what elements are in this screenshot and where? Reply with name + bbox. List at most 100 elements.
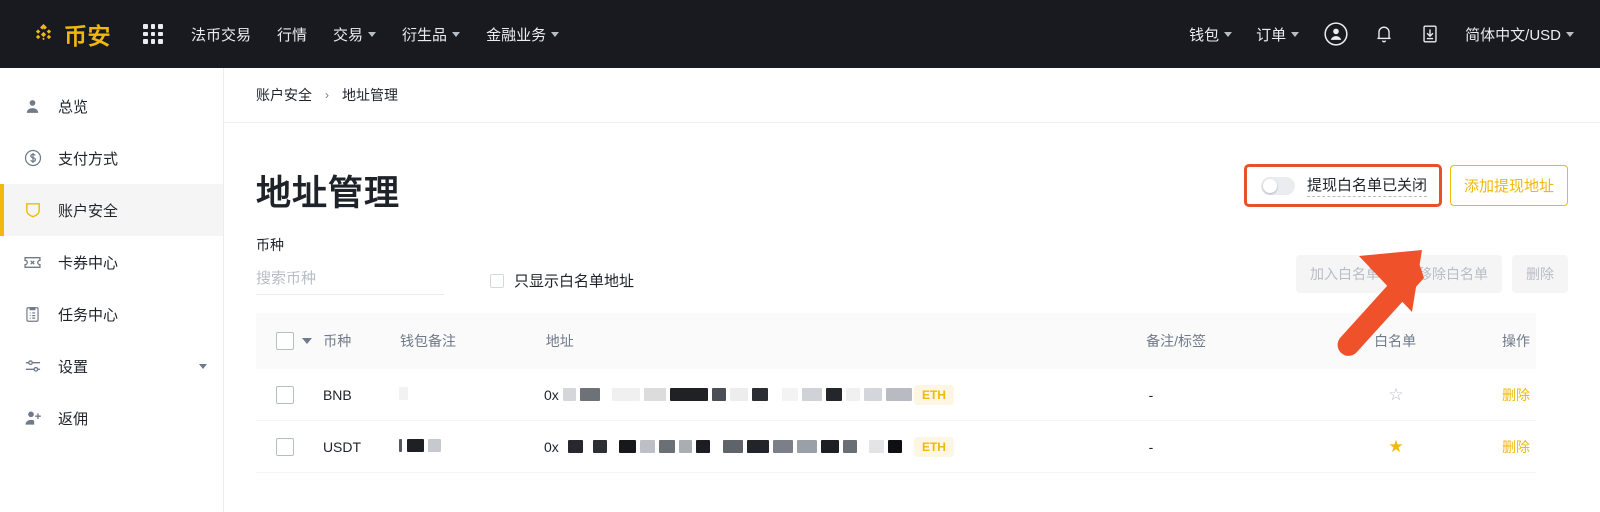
download-icon[interactable] bbox=[1419, 23, 1441, 45]
apps-grid-icon[interactable] bbox=[143, 24, 163, 44]
nav-label: 订单 bbox=[1256, 26, 1287, 44]
breadcrumb-parent[interactable]: 账户安全 bbox=[256, 85, 312, 105]
chevron-down-icon[interactable] bbox=[302, 338, 312, 344]
nav-label: 钱包 bbox=[1189, 26, 1220, 44]
sidebar-item-settings[interactable]: 设置 bbox=[0, 340, 223, 392]
delete-selected-button[interactable]: 删除 bbox=[1512, 255, 1568, 293]
cell-address: 0x bbox=[543, 386, 932, 403]
column-header-whitelist: 白名单 bbox=[1374, 333, 1417, 349]
row-checkbox[interactable] bbox=[276, 437, 294, 456]
sidebar-item-account-security[interactable]: 账户安全 bbox=[0, 184, 223, 236]
table-row[interactable]: USDT 0x ETH - ★ 删除 bbox=[256, 421, 1536, 473]
table-row[interactable]: BNB 0x ETH - ☆ 删除 bbox=[256, 369, 1536, 421]
row-select-cell bbox=[256, 385, 323, 404]
sliders-icon bbox=[22, 356, 43, 377]
cell-note-tag: - bbox=[1149, 387, 1345, 403]
page-root: 币安 法币交易 行情 交易 衍生品 金融业务 钱包 订单 简体中文/USD 总览… bbox=[0, 0, 1600, 512]
sidebar-item-coupons[interactable]: 卡券中心 bbox=[0, 236, 223, 288]
add-to-whitelist-button[interactable]: 加入白名单 bbox=[1296, 255, 1394, 293]
add-withdraw-address-button[interactable]: 添加提现地址 bbox=[1449, 165, 1568, 206]
row-checkbox[interactable] bbox=[276, 385, 294, 404]
nav-item-derivatives[interactable]: 衍生品 bbox=[402, 24, 461, 45]
withdraw-whitelist-label[interactable]: 提现白名单已关闭 bbox=[1306, 174, 1427, 197]
coin-filter-label: 币种 bbox=[256, 237, 284, 253]
sidebar-item-label: 总览 bbox=[58, 98, 89, 116]
sidebar-item-referral[interactable]: 返佣 bbox=[0, 392, 223, 444]
cell-coin: USDT bbox=[322, 438, 362, 455]
remove-from-whitelist-button[interactable]: 移除白名单 bbox=[1404, 255, 1502, 293]
delete-address-link[interactable]: 删除 bbox=[1502, 439, 1530, 455]
cell-network: ETH bbox=[913, 384, 1149, 405]
clipboard-icon bbox=[22, 304, 43, 325]
whitelist-only-checkbox-group[interactable]: 只显示白名单地址 bbox=[490, 270, 634, 295]
locale-selector[interactable]: 简体中文/USD bbox=[1465, 24, 1574, 45]
coin-filter-field: 币种 bbox=[256, 235, 444, 295]
whitelist-only-checkbox[interactable] bbox=[490, 273, 504, 288]
whitelist-star-icon[interactable]: ☆ bbox=[1388, 385, 1403, 404]
cell-action: 删除 bbox=[1448, 437, 1536, 457]
nav-label: 行情 bbox=[277, 26, 308, 44]
whitelist-only-label: 只显示白名单地址 bbox=[514, 273, 635, 290]
page-header-row: 地址管理 提现白名单已关闭 添加提现地址 bbox=[256, 123, 1568, 211]
search-coin-input[interactable] bbox=[256, 267, 444, 295]
column-header-coin: 币种 bbox=[323, 333, 352, 349]
cell-action: 删除 bbox=[1448, 385, 1536, 405]
cell-network: ETH bbox=[913, 436, 1149, 457]
sidebar-item-tasks[interactable]: 任务中心 bbox=[0, 288, 223, 340]
withdraw-whitelist-switch[interactable] bbox=[1260, 176, 1295, 195]
nav-item-finance[interactable]: 金融业务 bbox=[486, 24, 560, 45]
binance-diamond-icon bbox=[30, 21, 57, 48]
bell-icon[interactable] bbox=[1373, 23, 1395, 45]
redaction-blocks bbox=[399, 438, 442, 452]
sidebar-item-label: 任务中心 bbox=[58, 306, 119, 324]
page-title: 地址管理 bbox=[256, 174, 401, 213]
nav-item-fiat[interactable]: 法币交易 bbox=[191, 24, 251, 45]
address-redaction-blocks bbox=[563, 440, 926, 453]
nav-item-trade[interactable]: 交易 bbox=[333, 24, 377, 45]
sidebar-item-overview[interactable]: 总览 bbox=[0, 80, 223, 132]
cell-whitelist: ☆ bbox=[1344, 386, 1448, 403]
table-header-row: 币种 钱包备注 地址 备注/标签 白名单 操作 bbox=[256, 313, 1536, 369]
user-circle-icon[interactable] bbox=[1323, 21, 1349, 47]
withdraw-whitelist-toggle-group[interactable]: 提现白名单已关闭 bbox=[1243, 164, 1442, 207]
nav-item-wallet[interactable]: 钱包 bbox=[1189, 24, 1233, 45]
secondary-nav: 钱包 订单 简体中文/USD bbox=[1189, 21, 1574, 47]
cell-coin: BNB bbox=[322, 386, 352, 403]
switch-knob bbox=[1262, 178, 1277, 193]
column-header-address: 地址 bbox=[545, 333, 574, 349]
chevron-down-icon bbox=[551, 31, 560, 37]
address-prefix: 0x bbox=[543, 386, 559, 403]
nav-item-markets[interactable]: 行情 bbox=[277, 24, 307, 45]
content-area: 地址管理 提现白名单已关闭 添加提现地址 币种 搜索币种 只显示白名单地址 加入… bbox=[224, 123, 1600, 473]
cell-note-tag: - bbox=[1149, 439, 1345, 455]
bulk-action-buttons: 加入白名单 移除白名单 删除 bbox=[1296, 255, 1568, 295]
address-table: 币种 钱包备注 地址 备注/标签 白名单 操作 BNB 0x ETH - ☆ 删… bbox=[256, 313, 1536, 473]
redaction-blocks bbox=[399, 386, 409, 400]
cell-wallet-note-redacted bbox=[399, 438, 544, 455]
whitelist-star-icon[interactable]: ★ bbox=[1388, 437, 1403, 456]
note-tag-value: - bbox=[1148, 386, 1154, 403]
column-header-action: 操作 bbox=[1502, 333, 1531, 349]
dollar-circle-icon bbox=[22, 148, 43, 169]
sidebar-item-label: 账户安全 bbox=[58, 202, 119, 220]
select-all-cell bbox=[256, 332, 323, 350]
address-redaction-blocks bbox=[562, 388, 932, 401]
shield-icon bbox=[22, 200, 43, 221]
breadcrumb-current[interactable]: 地址管理 bbox=[342, 85, 398, 105]
sidebar-item-payment[interactable]: 支付方式 bbox=[0, 132, 223, 184]
top-navigation-bar: 币安 法币交易 行情 交易 衍生品 金融业务 钱包 订单 简体中文/USD bbox=[0, 0, 1600, 68]
select-all-checkbox[interactable] bbox=[276, 332, 294, 350]
nav-item-orders[interactable]: 订单 bbox=[1256, 24, 1300, 45]
cell-address: 0x bbox=[544, 439, 943, 455]
nav-label: 金融业务 bbox=[486, 26, 547, 44]
column-header-wallet-note: 钱包备注 bbox=[400, 333, 457, 349]
cell-wallet-note-redacted bbox=[399, 386, 544, 403]
delete-address-link[interactable]: 删除 bbox=[1502, 387, 1530, 403]
page-header-actions: 提现白名单已关闭 添加提现地址 bbox=[1243, 164, 1568, 211]
cell-whitelist: ★ bbox=[1344, 438, 1448, 455]
chevron-down-icon[interactable] bbox=[199, 363, 207, 369]
chevron-down-icon bbox=[452, 31, 461, 37]
binance-logo[interactable]: 币安 bbox=[30, 17, 111, 51]
nav-label: 衍生品 bbox=[402, 26, 448, 44]
nav-label: 法币交易 bbox=[191, 26, 252, 44]
